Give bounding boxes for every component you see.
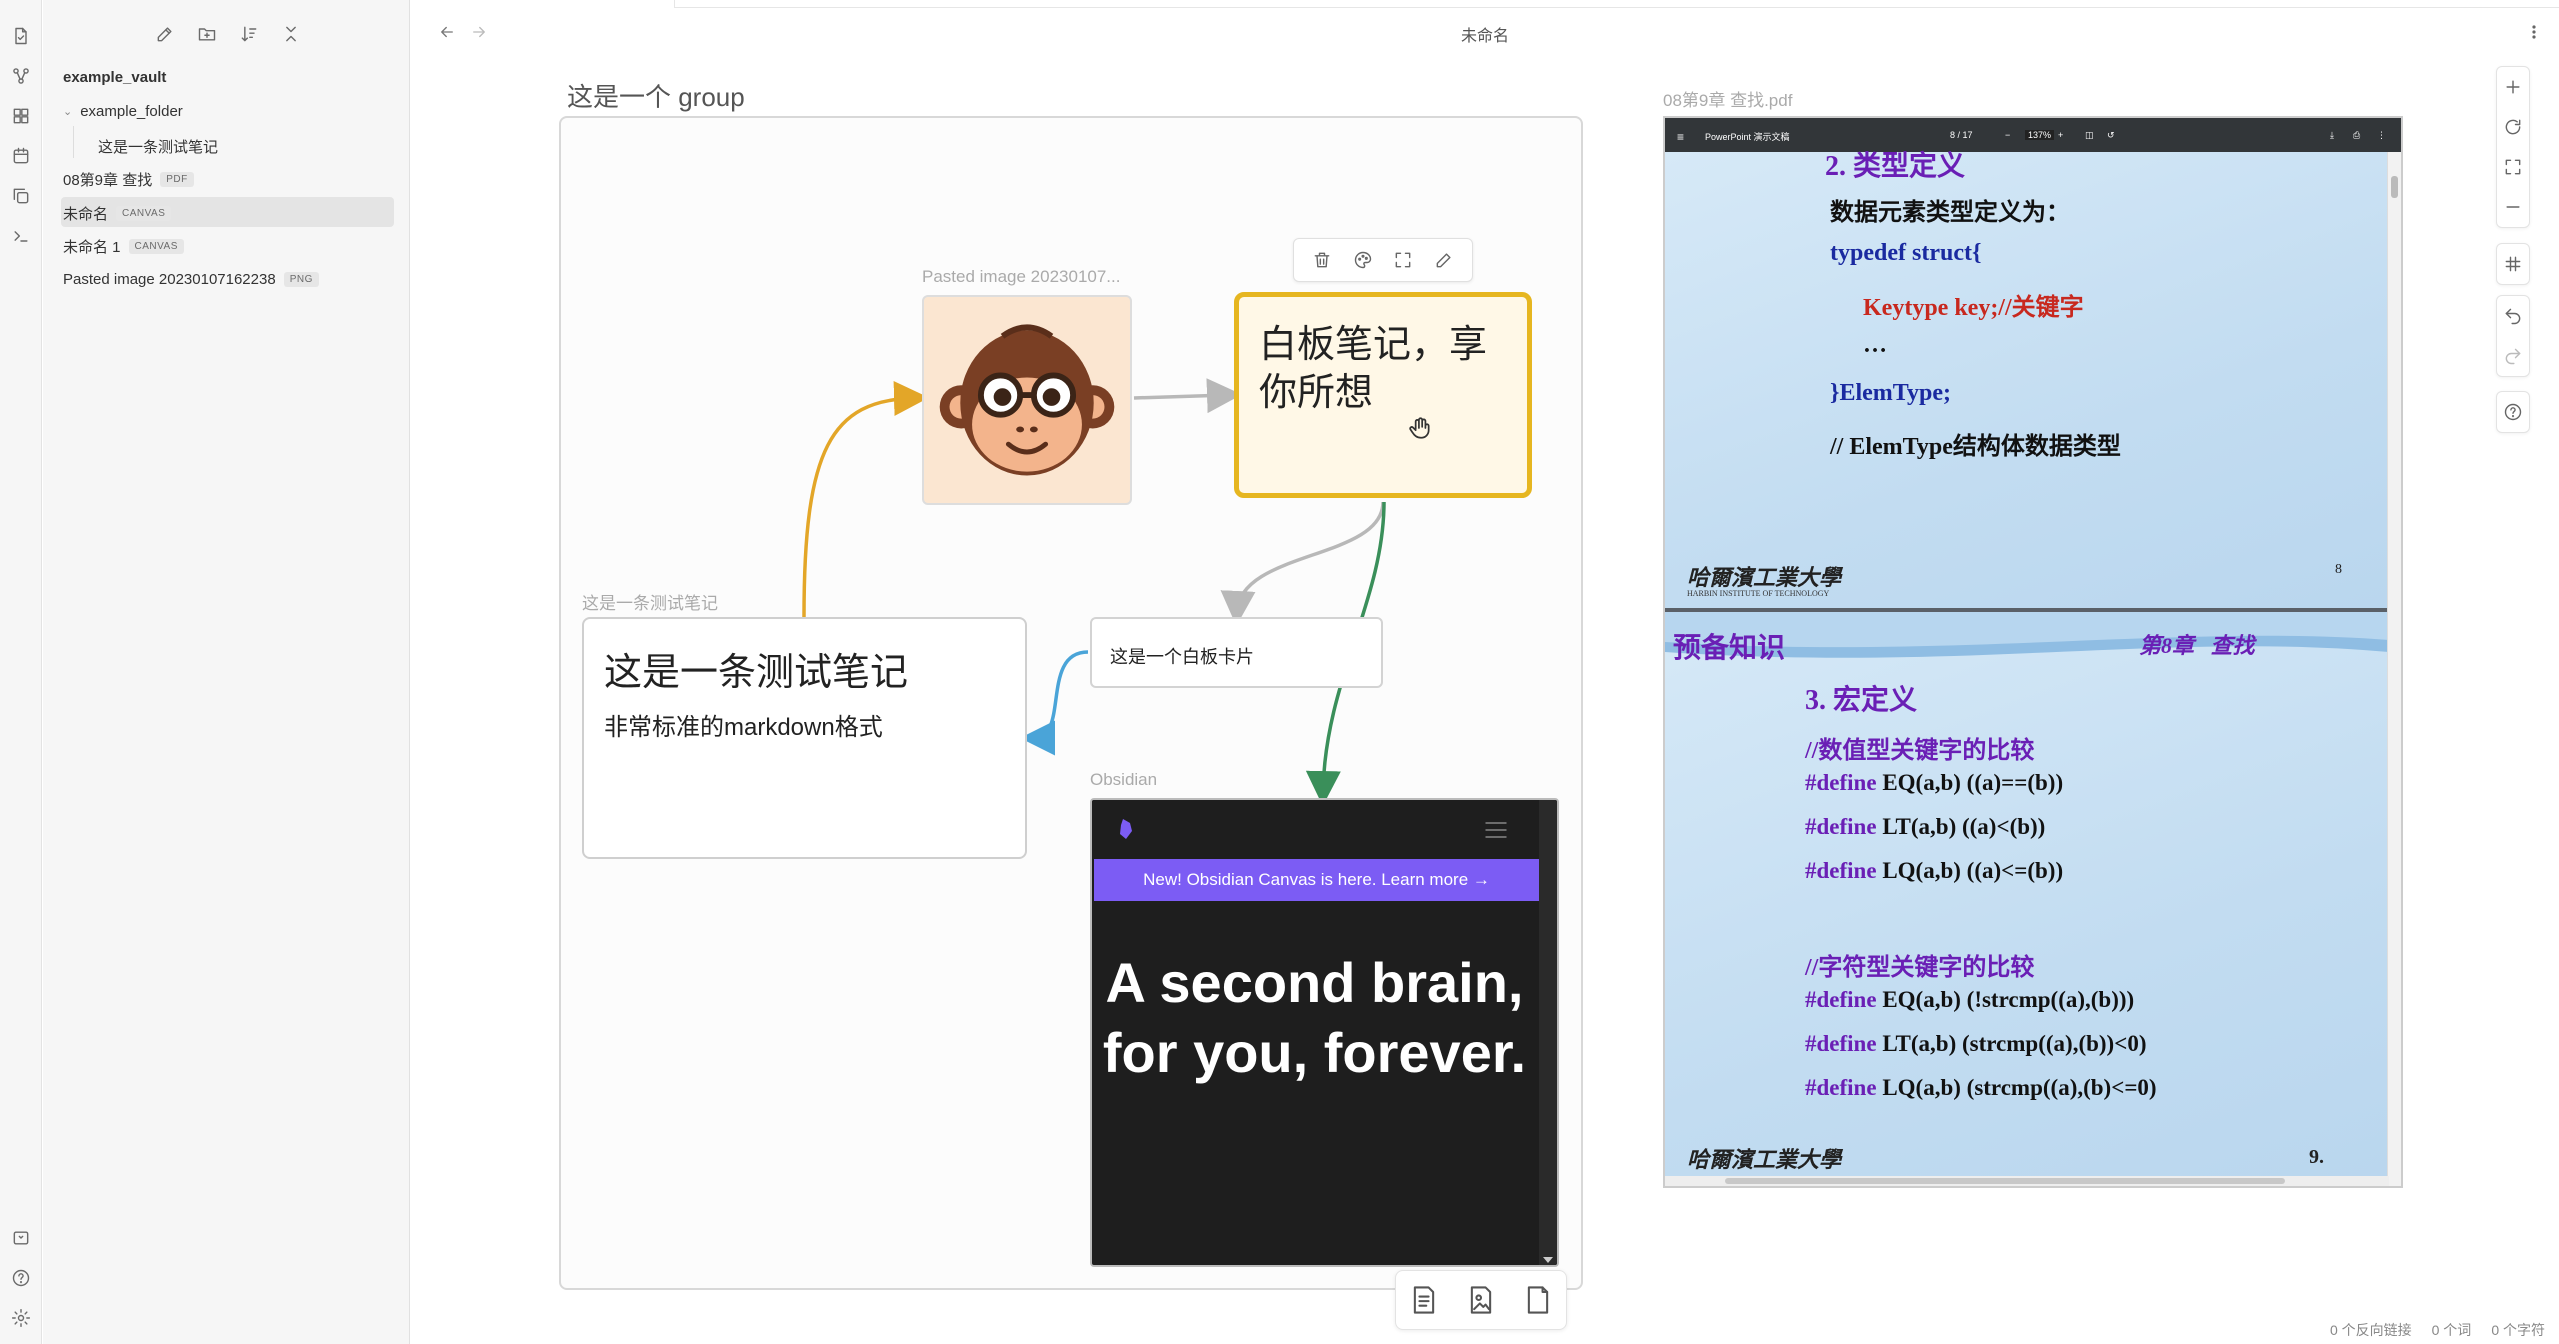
banner-right: 第8章 查找 bbox=[2139, 633, 2255, 658]
university-name: 哈爾濱工業大學 bbox=[1687, 1147, 1842, 1172]
pdf-more-icon[interactable]: ⋮ bbox=[2377, 130, 2386, 141]
canvas-add-toolbar bbox=[1395, 1270, 1567, 1330]
zoom-to-fit-icon[interactable] bbox=[2497, 147, 2529, 187]
slide-line: typedef struct{ bbox=[1830, 240, 1982, 266]
note-body: 非常标准的markdown格式 bbox=[604, 714, 883, 741]
web-scrollbar[interactable] bbox=[1539, 800, 1557, 1265]
web-embed-node[interactable]: New! Obsidian Canvas is here. Learn more… bbox=[1090, 798, 1559, 1267]
pdf-menu-icon[interactable]: ≡ bbox=[1677, 130, 1684, 144]
image-node-label: Pasted image 20230107... bbox=[922, 267, 1121, 286]
pdf-title: PowerPoint 演示文稿 bbox=[1705, 132, 1790, 142]
edit-icon[interactable] bbox=[1431, 247, 1457, 273]
backlinks-count[interactable]: 0 个反向链接 bbox=[2330, 1320, 2412, 1340]
define-expr: LQ(a,b) (strcmp((a),(b)<=0) bbox=[1882, 1075, 2157, 1100]
web-header bbox=[1092, 800, 1537, 858]
pdf-toolbar: ≡ PowerPoint 演示文稿 8 / 17 − 137% + ◫ ↺ ⤓ … bbox=[1665, 118, 2401, 152]
undo-icon[interactable] bbox=[2497, 296, 2529, 336]
hamburger-menu-icon[interactable] bbox=[1482, 816, 1510, 844]
define-keyword: #define bbox=[1805, 987, 1877, 1012]
zoom-out-icon[interactable] bbox=[2497, 187, 2529, 227]
add-note-icon[interactable] bbox=[1408, 1282, 1440, 1318]
define-keyword: #define bbox=[1805, 858, 1877, 883]
text-card[interactable]: 这是一个白板卡片 bbox=[1090, 617, 1383, 688]
add-media-icon[interactable] bbox=[1465, 1282, 1497, 1318]
monkey-image bbox=[939, 324, 1115, 476]
snap-grid-icon[interactable] bbox=[2497, 244, 2529, 284]
web-node-label: Obsidian bbox=[1090, 770, 1158, 789]
edge-gray-2 bbox=[1220, 501, 1385, 626]
university-name: 哈爾濱工業大學 bbox=[1687, 565, 1842, 590]
pdf-vertical-scrollbar[interactable] bbox=[2387, 152, 2401, 1186]
history-controls bbox=[2496, 295, 2530, 377]
define-keyword: #define bbox=[1805, 770, 1877, 795]
page-number: 8 bbox=[2335, 562, 2342, 577]
define-expr: EQ(a,b) (!strcmp((a),(b))) bbox=[1882, 987, 2135, 1012]
help-controls bbox=[2496, 391, 2530, 433]
reset-zoom-icon[interactable] bbox=[2497, 107, 2529, 147]
pdf-download-icon[interactable]: ⤓ bbox=[2330, 130, 2334, 141]
pdf-node-label: 08第9章 查找.pdf bbox=[1663, 91, 1793, 110]
pdf-zoom-out[interactable]: − bbox=[2005, 130, 2010, 140]
slide-comment: //数值型关键字的比较 bbox=[1805, 738, 2035, 764]
define-expr: LT(a,b) (strcmp((a),(b))<0) bbox=[1882, 1031, 2147, 1056]
text-card-highlighted[interactable]: 白板笔记，享你所想 bbox=[1234, 292, 1532, 498]
card-toolbar bbox=[1293, 238, 1473, 282]
edge-blue bbox=[1020, 650, 1089, 756]
edge-orange bbox=[802, 381, 929, 618]
fullscreen-icon[interactable] bbox=[1390, 247, 1416, 273]
university-name-en: HARBIN INSTITUTE OF TECHNOLOGY bbox=[1687, 589, 1830, 598]
card-text: 这是一个白板卡片 bbox=[1110, 647, 1254, 667]
pdf-embed-node[interactable]: ≡ PowerPoint 演示文稿 8 / 17 − 137% + ◫ ↺ ⤓ … bbox=[1663, 116, 2403, 1188]
pdf-horizontal-scrollbar[interactable] bbox=[1665, 1176, 2389, 1186]
image-node[interactable] bbox=[922, 295, 1132, 505]
pdf-fit-icon[interactable]: ◫ bbox=[2085, 130, 2094, 141]
pdf-zoom-level[interactable]: 137% bbox=[2025, 130, 2055, 140]
define-expr: LT(a,b) ((a)<(b)) bbox=[1882, 814, 2046, 839]
slide-heading: 2. 类型定义 bbox=[1825, 151, 1966, 182]
zoom-in-icon[interactable] bbox=[2497, 67, 2529, 107]
pdf-page-9: 预备知识 第8章 查找 3. 宏定义 //数值型关键字的比较 #define E… bbox=[1665, 612, 2389, 1186]
slide-line: }ElemType; bbox=[1830, 380, 1951, 406]
obsidian-logo-icon bbox=[1120, 819, 1132, 839]
zoom-controls bbox=[2496, 66, 2530, 228]
add-card-icon[interactable] bbox=[1522, 1282, 1554, 1318]
page-number: 9. bbox=[2309, 1146, 2324, 1168]
note-card[interactable]: 这是一条测试笔记 非常标准的markdown格式 bbox=[582, 617, 1027, 859]
palette-icon[interactable] bbox=[1350, 247, 1376, 273]
pdf-zoom-in[interactable]: + bbox=[2058, 130, 2063, 140]
slide-line: 数据元素类型定义为： bbox=[1830, 200, 2070, 226]
define-expr: EQ(a,b) ((a)==(b)) bbox=[1882, 770, 2064, 795]
pdf-rotate-icon[interactable]: ↺ bbox=[2107, 130, 2115, 141]
define-expr: LQ(a,b) ((a)<=(b)) bbox=[1882, 858, 2064, 883]
web-hero-text: A second brain, for you, forever. bbox=[1102, 951, 1527, 1084]
banner-left: 预备知识 bbox=[1673, 633, 1786, 664]
card-text: 白板笔记，享你所想 bbox=[1259, 324, 1488, 414]
slide-heading: 3. 宏定义 bbox=[1805, 685, 1918, 716]
canvas-help-icon[interactable] bbox=[2497, 392, 2529, 432]
redo-icon[interactable] bbox=[2497, 336, 2529, 376]
char-count: 0 个字符 bbox=[2491, 1322, 2545, 1338]
edge-gray-1 bbox=[1133, 378, 1242, 414]
define-keyword: #define bbox=[1805, 1031, 1877, 1056]
define-keyword: #define bbox=[1805, 1075, 1877, 1100]
web-banner[interactable]: New! Obsidian Canvas is here. Learn more… bbox=[1094, 859, 1539, 901]
trash-icon[interactable] bbox=[1309, 247, 1335, 273]
status-bar: 0 个反向链接 0 个词 0 个字符 bbox=[2330, 1320, 2545, 1340]
pdf-page-8: 2. 类型定义 数据元素类型定义为： typedef struct{ Keyty… bbox=[1665, 151, 2389, 618]
note-heading: 这是一条测试笔记 bbox=[604, 652, 909, 694]
pdf-print-icon[interactable]: ⎙ bbox=[2353, 130, 2360, 141]
note-node-label: 这是一条测试笔记 bbox=[582, 594, 718, 613]
slide-line: Keytype key;//关键字 bbox=[1863, 295, 2084, 321]
slide-comment: //字符型关键字的比较 bbox=[1805, 955, 2035, 981]
slide-line: // ElemType结构体数据类型 bbox=[1830, 434, 2121, 460]
pdf-page-indicator[interactable]: 8 / 17 bbox=[1950, 130, 1973, 140]
hand-cursor-icon bbox=[1409, 417, 1430, 439]
grid-controls bbox=[2496, 243, 2530, 285]
define-keyword: #define bbox=[1805, 814, 1877, 839]
word-count: 0 个词 bbox=[2431, 1322, 2472, 1338]
slide-line: … bbox=[1863, 332, 1887, 358]
